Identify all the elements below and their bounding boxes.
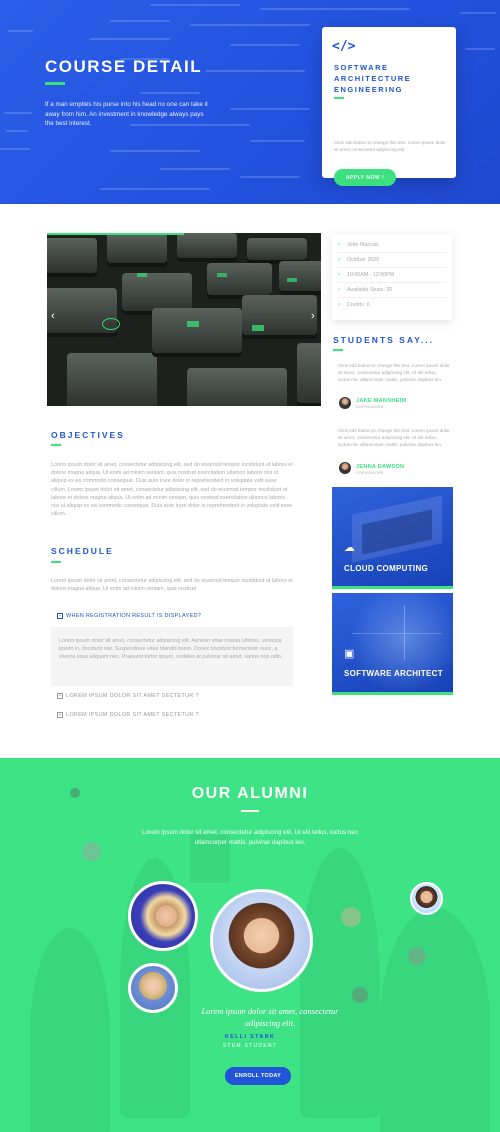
alumni-name: KELLI STARK xyxy=(224,1034,276,1040)
monitor-icon: ▣ xyxy=(344,648,355,660)
info-date: › October 2020 xyxy=(338,253,446,268)
testimonial-text: Click edit button to change this text. L… xyxy=(338,363,450,382)
accordion-label: WHEN REGISTRATION RESULT IS DISPLAYED? xyxy=(66,613,202,619)
course-info-box: › John Marcois › October 2020 › 10:00AM - 1… xyxy=(332,234,452,320)
testimonial-text: Click edit button to change this text. L… xyxy=(338,428,450,447)
cloud-icon: ☁ xyxy=(344,542,355,554)
testimonial-name: JENNA DAWSON xyxy=(356,464,405,470)
alumni-role: STEM STUDENT xyxy=(222,1043,278,1049)
alumni-underline xyxy=(241,810,259,812)
alumni-photo xyxy=(410,882,443,915)
objectives-heading: OBJECTIVES xyxy=(51,430,125,440)
hero-section: COURSE DETAIL If a man empties his purse… xyxy=(0,0,500,204)
course-title-underline xyxy=(334,97,344,99)
alumni-photo-featured xyxy=(210,889,313,992)
apply-now-button[interactable]: APPLY NOW ! xyxy=(334,169,396,186)
testimonial-role: SOPHOMORE xyxy=(356,471,384,475)
chevron-right-icon: › xyxy=(338,302,340,308)
students-underline xyxy=(333,349,343,351)
accordion-label: LOREM IPSUM DOLOR SIT AMET SECTETUR ? xyxy=(66,693,199,699)
avatar xyxy=(339,397,351,409)
chevron-left-icon[interactable]: ‹ xyxy=(51,310,55,322)
chevron-right-icon: › xyxy=(338,287,340,293)
accordion-item[interactable]: + LOREM IPSUM DOLOR SIT AMET SECTETUR ? xyxy=(51,690,293,704)
course-card-title: CLOUD COMPUTING xyxy=(344,564,429,573)
accordion-label: LOREM IPSUM DOLOR SIT AMET SECTETUR ? xyxy=(66,712,199,718)
course-card-cloud-computing[interactable]: ☁ CLOUD COMPUTING xyxy=(332,487,453,589)
alumni-photo xyxy=(128,963,178,1013)
objectives-underline xyxy=(51,444,61,446)
accordion-panel: Lorem ipsum dolor sit amet, consectetur … xyxy=(51,627,293,686)
chevron-right-icon: › xyxy=(338,242,340,248)
code-icon: </> xyxy=(332,39,356,54)
image-slider[interactable] xyxy=(47,233,321,406)
enroll-today-button[interactable]: ENROLL TODAY xyxy=(225,1067,291,1085)
alumni-photo xyxy=(128,881,198,951)
chevron-right-icon[interactable]: › xyxy=(311,310,315,322)
chevron-right-icon: › xyxy=(338,257,340,263)
plus-icon: + xyxy=(57,693,63,699)
course-summary-card: </> SOFTWARE ARCHITECTURE ENGINEERING Cl… xyxy=(322,27,456,186)
course-card-accent xyxy=(332,692,453,695)
schedule-text: Lorem ipsum dolor sit amet, consectetur … xyxy=(51,578,293,593)
alumni-quote: Lorem ipsum dolor sit amet, consectetur … xyxy=(201,1006,339,1028)
students-say-heading: STUDENTS SAY... xyxy=(333,335,435,345)
course-card-title: SOFTWARE ARCHITECT xyxy=(344,669,443,678)
slider-progress xyxy=(47,233,184,235)
objectives-text: Lorem ipsum dolor sit amet, consectetur … xyxy=(51,462,293,518)
plus-icon: + xyxy=(57,712,63,718)
info-instructor: › John Marcois xyxy=(338,238,446,253)
course-card-software-architect[interactable]: ▣ SOFTWARE ARCHITECT xyxy=(332,593,453,695)
page-title: COURSE DETAIL xyxy=(45,57,203,76)
course-card-text: Click edit button to change this text. L… xyxy=(334,140,446,152)
testimonial-role: SOPHOMORE xyxy=(356,405,384,409)
minus-icon: − xyxy=(57,613,63,619)
course-title: SOFTWARE ARCHITECTURE ENGINEERING xyxy=(334,63,412,94)
schedule-underline xyxy=(51,561,61,563)
avatar xyxy=(339,462,351,474)
info-seats: › Available Seats: 30 xyxy=(338,283,446,298)
title-underline xyxy=(45,82,65,85)
schedule-heading: SCHEDULE xyxy=(51,546,114,556)
accordion-item-open[interactable]: − WHEN REGISTRATION RESULT IS DISPLAYED? xyxy=(51,607,293,627)
alumni-section: OUR ALUMNI Lorem ipsum dolor sit amet, c… xyxy=(0,758,500,1132)
hero-description: If a man empties his purse into his head… xyxy=(45,101,208,127)
course-card-accent xyxy=(332,586,453,589)
chevron-right-icon: › xyxy=(338,272,340,278)
testimonial-name: JAKE MANNHEIM xyxy=(356,398,407,404)
accordion-item[interactable]: + LOREM IPSUM DOLOR SIT AMET SECTETUR ? xyxy=(51,709,293,723)
info-time: › 10:00AM - 12:00PM xyxy=(338,268,446,283)
alumni-description: Lorem ipsum dolor sit amet, consectetur … xyxy=(142,829,358,846)
info-credits: › Credits: 6 xyxy=(338,298,446,313)
